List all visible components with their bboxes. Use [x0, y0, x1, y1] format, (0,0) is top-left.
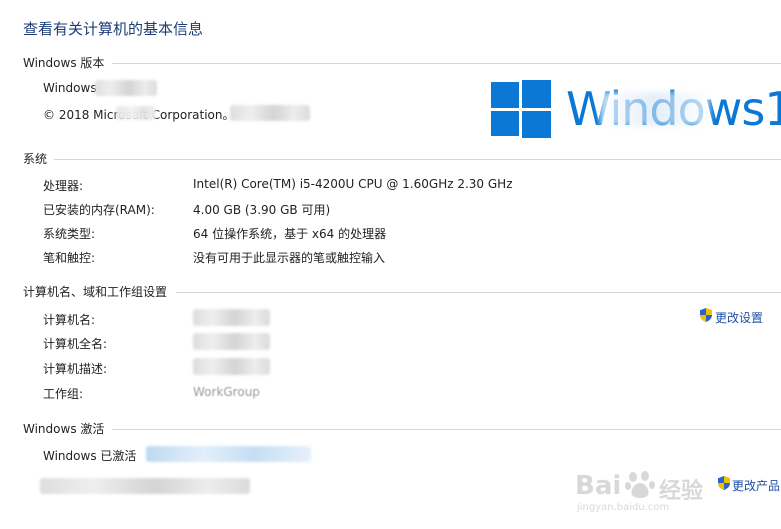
- redacted-license-link: [146, 446, 311, 462]
- section-divider: [112, 429, 781, 430]
- change-settings-link[interactable]: 更改设置: [715, 309, 763, 326]
- windows-logo-icon: [491, 80, 551, 138]
- section-divider: [54, 159, 781, 160]
- redacted-copyright-part: [116, 106, 156, 120]
- activation-status: Windows 已激活: [43, 449, 137, 463]
- watermark-brand: Bai: [575, 471, 622, 501]
- workgroup-label: 工作组:: [43, 387, 84, 401]
- redacted-computer-name: [193, 309, 270, 326]
- page-title: 查看有关计算机的基本信息: [23, 20, 204, 38]
- computer-description-label: 计算机描述:: [43, 362, 108, 376]
- baidu-watermark: Bai 经验 jingyan.baidu.com: [567, 469, 767, 519]
- system-type-label: 系统类型:: [43, 227, 96, 241]
- system-type-value: 64 位操作系统，基于 x64 的处理器: [193, 227, 387, 241]
- section-divider: [176, 292, 781, 293]
- redacted-computer-description: [193, 358, 270, 375]
- section-title-system: 系统: [23, 152, 48, 166]
- computer-name-label: 计算机名:: [43, 313, 96, 327]
- redacted-os-edition: [95, 80, 157, 96]
- baidu-paw-icon: [625, 471, 655, 498]
- ram-value: 4.00 GB (3.90 GB 可用): [193, 203, 331, 217]
- section-title-activation: Windows 激活: [23, 422, 105, 436]
- processor-value: Intel(R) Core(TM) i5-4200U CPU @ 1.60GHz…: [193, 177, 513, 191]
- section-title-edition: Windows 版本: [23, 56, 105, 70]
- processor-label: 处理器:: [43, 179, 84, 193]
- section-divider: [112, 63, 781, 64]
- workgroup-value: WorkGroup: [193, 385, 260, 399]
- redacted-logo-part: [600, 92, 710, 126]
- redacted-rights-text: [230, 105, 310, 121]
- pen-touch-value: 没有可用于此显示器的笔或触控输入: [193, 251, 386, 265]
- pen-touch-label: 笔和触控:: [43, 251, 96, 265]
- watermark-brand-cn: 经验: [659, 479, 704, 504]
- ram-label: 已安装的内存(RAM):: [43, 203, 155, 217]
- uac-shield-icon: [700, 308, 712, 322]
- watermark-url: jingyan.baidu.com: [577, 502, 670, 513]
- redacted-computer-full-name: [193, 333, 270, 350]
- computer-full-name-label: 计算机全名:: [43, 337, 108, 351]
- os-name: Windows: [43, 81, 97, 95]
- redacted-product-id: [40, 478, 250, 494]
- section-title-computer: 计算机名、域和工作组设置: [23, 285, 168, 299]
